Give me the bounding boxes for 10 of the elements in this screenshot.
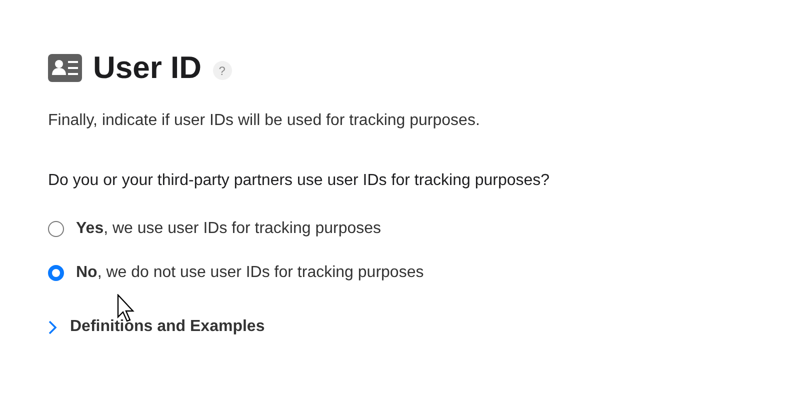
id-card-icon <box>48 54 82 82</box>
radio-button[interactable] <box>48 221 64 237</box>
option-label: Yes, we use user IDs for tracking purposes <box>76 219 382 239</box>
radio-button[interactable] <box>48 265 64 281</box>
option-label: No, we do not use user IDs for tracking purposes <box>76 263 424 283</box>
intro-text: Finally, indicate if user IDs will be used for tracking purposes. <box>48 111 481 131</box>
page-title: User ID <box>93 52 202 83</box>
chevron-icon <box>48 320 57 334</box>
disclosure-toggle[interactable]: Definitions and Examples <box>48 315 265 339</box>
question-text: Do you or your third-party partners use user IDs for tracking purposes? <box>48 171 551 191</box>
